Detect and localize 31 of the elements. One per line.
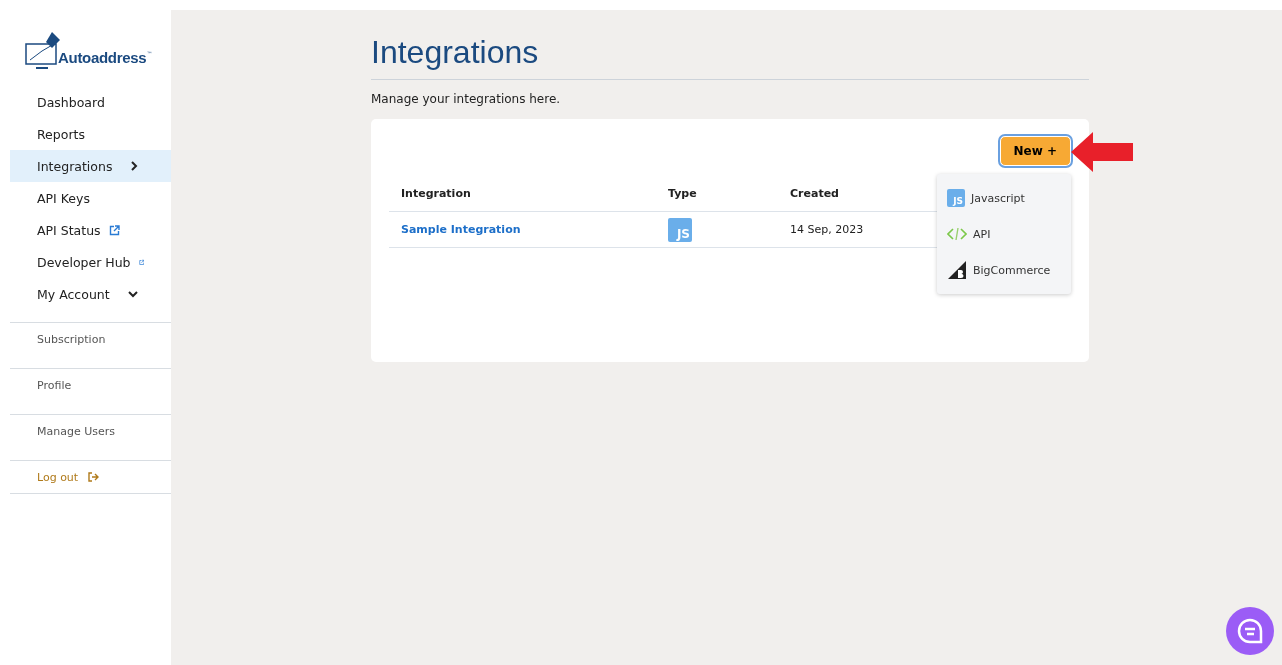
nav-item[interactable]: Dashboard (10, 86, 171, 118)
chevron-right-icon (130, 161, 138, 171)
menu-item[interactable]: BigCommerce (937, 252, 1071, 288)
chat-icon (1236, 617, 1264, 645)
nav-item[interactable]: Reports (10, 118, 171, 150)
nav-item[interactable]: My Account (10, 278, 171, 310)
table-cell-text: 14 Sep, 2023 (790, 223, 865, 236)
column-header: Integration (401, 187, 472, 200)
nav-item[interactable]: Log out (10, 460, 171, 494)
menu-item[interactable]: API (937, 216, 1071, 252)
page-subtitle: Manage your integrations here. (371, 92, 562, 106)
column-header: Type (668, 187, 698, 200)
menu-item[interactable]: JS Javascript (937, 180, 1071, 216)
logout-icon (88, 472, 100, 482)
code-icon (947, 226, 967, 242)
nav-item[interactable]: Integrations (10, 150, 171, 182)
nav-item[interactable]: API Status (10, 214, 171, 246)
chat-button[interactable] (1226, 607, 1274, 655)
nav-item[interactable]: API Keys (10, 182, 171, 214)
bigcommerce-icon (947, 261, 967, 279)
arrow-icon (1071, 131, 1133, 173)
external-link-icon (108, 224, 120, 236)
integration-link[interactable]: Sample Integration (401, 223, 668, 236)
page-title: Integrations (371, 10, 1089, 80)
nav-item[interactable]: Developer Hub (10, 246, 171, 278)
logo-text: Autoaddress (58, 49, 147, 66)
column-header: Created (790, 187, 840, 200)
javascript-icon: JS (947, 189, 965, 207)
chevron-down-icon (128, 290, 138, 298)
new-button[interactable]: New + (999, 136, 1071, 166)
javascript-icon: JS (668, 217, 692, 242)
